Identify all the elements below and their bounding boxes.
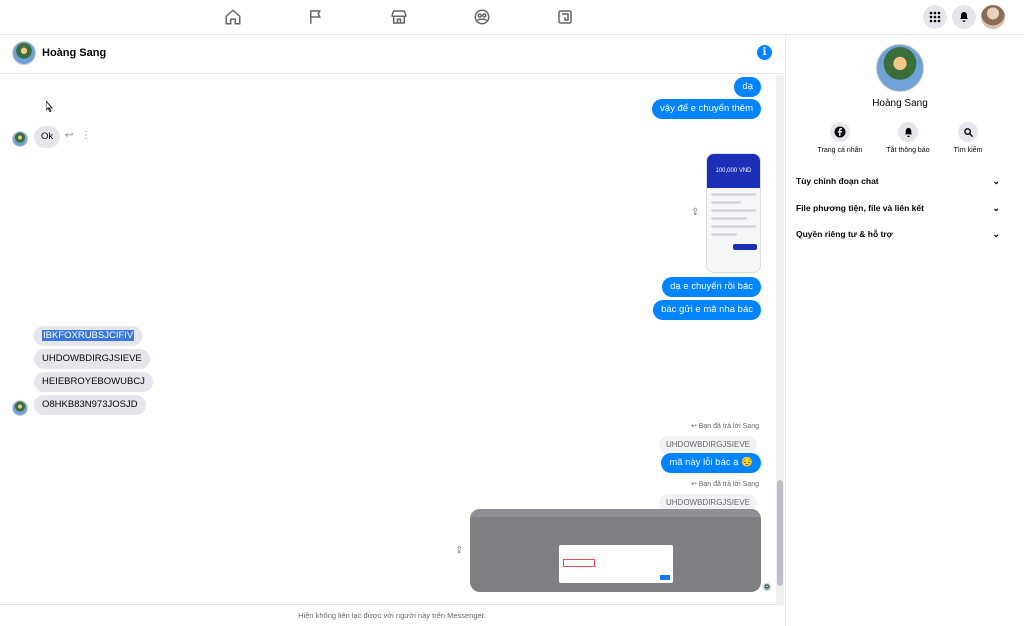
quoted-message[interactable]: UHDOWBDIRGJSIEVE <box>658 436 757 454</box>
flag-icon[interactable] <box>307 8 325 26</box>
message-list: dạ vậy để e chuyển thêm Ok ↩ ⋮ ⇪ 100,000… <box>0 75 784 604</box>
contact-avatar-small <box>12 400 28 416</box>
reply-indicator: ↩ Bạn đã trả lời Sang <box>690 481 759 488</box>
reply-indicator-text: Bạn đã trả lời Sang <box>698 423 759 430</box>
contact-avatar-large[interactable] <box>876 44 924 92</box>
contact-avatar-small <box>12 131 28 147</box>
search-action-label: Tìm kiếm <box>953 147 983 154</box>
unavailable-notice: Hiện không liên lạc được với người này t… <box>0 604 784 626</box>
share-icon[interactable]: ⇪ <box>691 208 701 218</box>
profile-avatar[interactable] <box>981 5 1005 29</box>
screenshot-dialog <box>559 545 673 583</box>
apps-grid-icon[interactable] <box>923 5 947 29</box>
facebook-icon <box>830 122 850 142</box>
seen-avatar <box>763 583 771 591</box>
chevron-down-icon: ⌄ <box>992 203 1000 213</box>
message-incoming[interactable]: Ok <box>34 126 61 148</box>
bell-icon[interactable] <box>952 5 976 29</box>
screenshot-input <box>563 559 595 567</box>
more-options-icon[interactable]: ⋮ <box>81 130 91 141</box>
message-incoming[interactable]: HEIEBROYEBOWUBCJ <box>34 372 153 392</box>
marketplace-icon[interactable] <box>390 8 408 26</box>
mouse-cursor-icon <box>46 101 53 112</box>
section-privacy-support[interactable]: Quyền riêng tư & hỗ trợ ⌄ <box>796 224 1000 244</box>
receipt-line <box>711 201 741 204</box>
receipt-line <box>711 217 747 220</box>
section-label: File phương tiện, file và liên kết <box>796 203 924 213</box>
selected-text: IBKFOXRUBSJCIFIV <box>42 330 135 341</box>
chat-info-panel: Hoàng Sang Trang cá nhân Tắt thông báo T… <box>785 36 1024 626</box>
profile-action[interactable]: Trang cá nhân <box>810 122 870 154</box>
receipt-button <box>733 244 757 250</box>
profile-action-label: Trang cá nhân <box>817 147 863 154</box>
mute-action-label: Tắt thông báo <box>886 147 930 154</box>
message-outgoing[interactable]: mã này lỗi bác ạ 😔 <box>661 453 761 473</box>
reply-indicator: ↩ Bạn đã trả lời Sang <box>690 423 759 430</box>
contact-name[interactable]: Hoàng Sang <box>42 47 106 59</box>
section-label: Quyền riêng tư & hỗ trợ <box>796 229 893 239</box>
bell-icon <box>898 122 918 142</box>
contact-name: Hoàng Sang <box>872 98 928 109</box>
share-icon[interactable]: ⇪ <box>455 546 465 556</box>
section-customize-chat[interactable]: Tùy chỉnh đoạn chat ⌄ <box>796 171 1000 191</box>
chevron-down-icon: ⌄ <box>992 176 1000 186</box>
search-icon <box>958 122 978 142</box>
search-action[interactable]: Tìm kiếm <box>938 122 998 154</box>
receipt-line <box>711 233 737 236</box>
screenshot-ok-button <box>660 575 670 580</box>
section-media-files-links[interactable]: File phương tiện, file và liên kết ⌄ <box>796 198 1000 218</box>
top-navigation <box>0 0 1024 35</box>
receipt-line <box>711 209 756 212</box>
groups-icon[interactable] <box>473 8 491 26</box>
mute-action[interactable]: Tắt thông báo <box>878 122 938 154</box>
image-attachment-error-screenshot[interactable] <box>470 509 761 592</box>
image-attachment-transfer-receipt[interactable]: 100,000 VND <box>706 153 761 273</box>
receipt-amount: 100,000 VND <box>707 154 760 188</box>
scrollbar-thumb[interactable] <box>777 480 783 586</box>
section-label: Tùy chỉnh đoạn chat <box>796 176 879 186</box>
screenshot-toolbar <box>470 509 761 517</box>
home-icon[interactable] <box>224 8 242 26</box>
chat-header: Hoàng Sang i <box>0 36 784 74</box>
message-outgoing[interactable]: vậy để e chuyển thêm <box>652 99 761 119</box>
reply-icon[interactable]: ↩ <box>65 130 73 141</box>
message-incoming[interactable]: UHDOWBDIRGJSIEVE <box>34 349 150 369</box>
message-outgoing[interactable]: bác gửi e mã nha bác <box>653 300 761 320</box>
info-icon[interactable]: i <box>757 45 772 60</box>
receipt-line <box>711 225 756 228</box>
receipt-line <box>711 193 756 196</box>
gaming-icon[interactable] <box>556 8 574 26</box>
message-incoming[interactable]: O8HKB83N973JOSJD <box>34 395 146 415</box>
chevron-down-icon: ⌄ <box>992 229 1000 239</box>
message-outgoing[interactable]: dạ e chuyển rồi bác <box>662 277 761 297</box>
reply-indicator-text: Bạn đã trả lời Sang <box>698 481 759 488</box>
message-incoming[interactable]: IBKFOXRUBSJCIFIV <box>34 326 143 346</box>
message-outgoing[interactable]: dạ <box>734 77 761 97</box>
contact-avatar[interactable] <box>12 41 36 65</box>
